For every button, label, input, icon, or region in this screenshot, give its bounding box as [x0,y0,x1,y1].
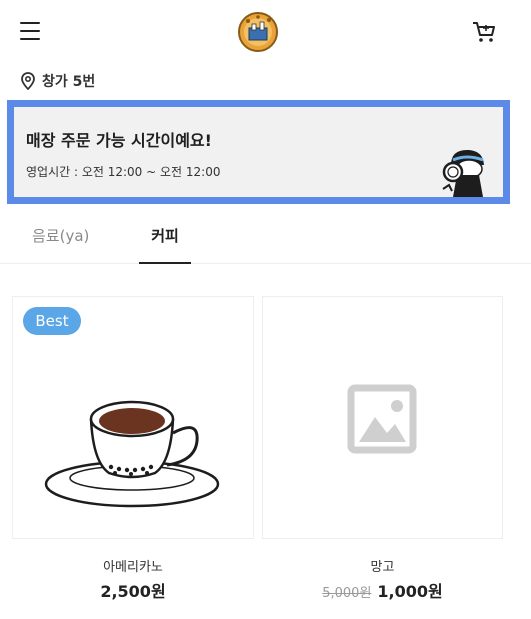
product-name: 망고 [370,560,395,575]
location-pin-icon [21,72,35,90]
notice-title: 매장 주문 가능 시간이예요! [26,131,212,150]
app: 창가 5번 매장 주문 가능 시간이예요! 영업시간 : 오전 12:00 ~ … [0,0,531,619]
product-price-row: 2,500원 [12,578,254,602]
product-price: 2,500원 [100,582,166,601]
detective-illustration-icon [442,149,484,197]
image-placeholder-icon [347,384,417,454]
header [0,0,531,62]
product-price-row: 5,000원 1,000원 [262,578,503,602]
business-hours: 영업시간 : 오전 12:00 ~ 오전 12:00 [26,165,221,179]
hamburger-menu-icon[interactable] [18,20,42,42]
cart-icon[interactable] [471,20,497,44]
notice-content: 매장 주문 가능 시간이예요! 영업시간 : 오전 12:00 ~ 오전 12:… [14,107,503,197]
tab-coffee[interactable]: 커피 [139,214,191,264]
store-name: 창가 5번 [42,74,96,90]
product-name: 아메리카노 [103,560,163,575]
product-image [262,296,503,539]
brand-logo [238,12,278,52]
notice-banner: 매장 주문 가능 시간이예요! 영업시간 : 오전 12:00 ~ 오전 12:… [7,100,510,204]
best-badge: Best [23,307,81,335]
product-image: Best [12,296,254,539]
category-tabs: 음료(ya) 커피 [0,214,531,264]
product-original-price: 5,000원 [322,586,372,601]
store-selector[interactable]: 창가 5번 [20,70,95,92]
tab-beverage[interactable]: 음료(ya) [32,214,89,264]
product-price: 1,000원 [377,582,443,601]
